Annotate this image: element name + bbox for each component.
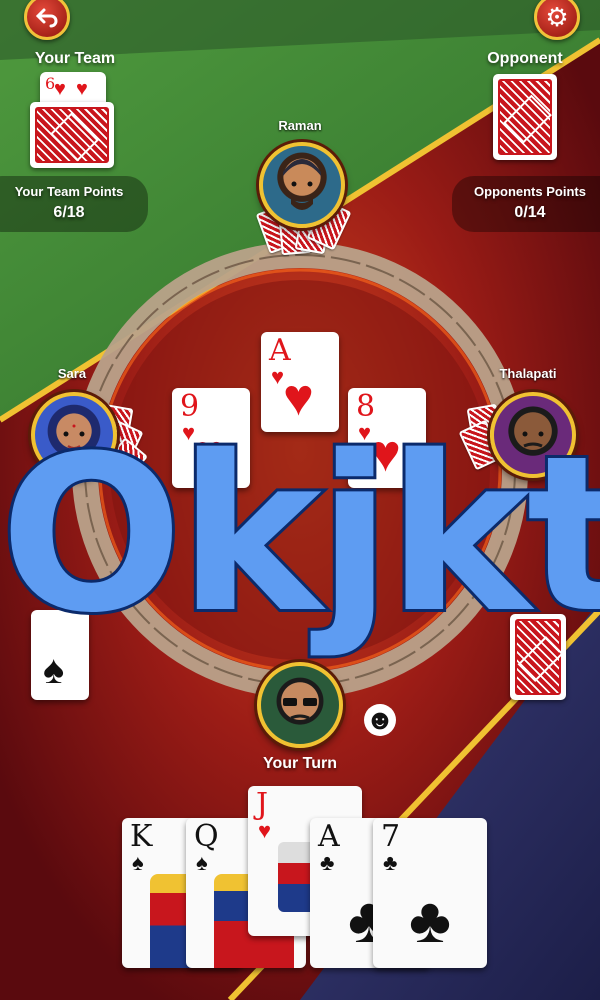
hand-card-suit: ♣ [320, 850, 335, 875]
emoji-button[interactable]: ☻ [364, 704, 396, 736]
gear-icon: ⚙ [545, 2, 569, 32]
hand-card-suit-big: ♣ [409, 884, 451, 956]
hand-card-suit: ♠ [196, 850, 208, 875]
player-name-left: Sara [57, 366, 87, 381]
your-team-card-back [30, 102, 114, 168]
back-arrow-icon [35, 8, 58, 28]
player-face-icon [283, 159, 321, 210]
your-team-label: Your Team [34, 50, 116, 67]
hand-card-suit: ♣ [383, 850, 398, 875]
your-team-points-label: Your Team Points [14, 184, 124, 199]
player-name-top: Raman [278, 118, 322, 133]
avatar-you[interactable] [257, 662, 343, 748]
hand-card[interactable]: 7 ♣ ♣ [373, 818, 487, 968]
avatar-top-player[interactable] [259, 142, 345, 228]
hand-card-rank: 7 [381, 819, 401, 854]
overlay-text: Okjkt [0, 409, 600, 660]
opponent-card-back [493, 74, 557, 160]
player-face-icon [283, 698, 317, 720]
player-name-right: Thalapati [499, 366, 557, 381]
hand-card-rank: A [318, 819, 340, 854]
hand-card-suit: ♠ [132, 850, 144, 875]
hand-card-rank: J [256, 787, 269, 822]
opponent-label: Opponent [487, 50, 563, 67]
table-card-rank: A [269, 333, 291, 368]
opponent-points-label: Opponents Points [474, 184, 586, 199]
opponent-points-value: 0/14 [514, 204, 546, 221]
smiley-icon: ☻ [365, 704, 395, 735]
your-team-card-suit-2: ♥ [76, 78, 88, 100]
hand-card-rank: Q [194, 819, 219, 854]
turn-label: Your Turn [262, 755, 338, 772]
your-team-card-suit: ♥ [54, 78, 66, 100]
hand-card-rank: K [130, 819, 153, 854]
your-team-points-value: 6/18 [53, 204, 85, 221]
hand-card-suit: ♥ [258, 818, 272, 843]
